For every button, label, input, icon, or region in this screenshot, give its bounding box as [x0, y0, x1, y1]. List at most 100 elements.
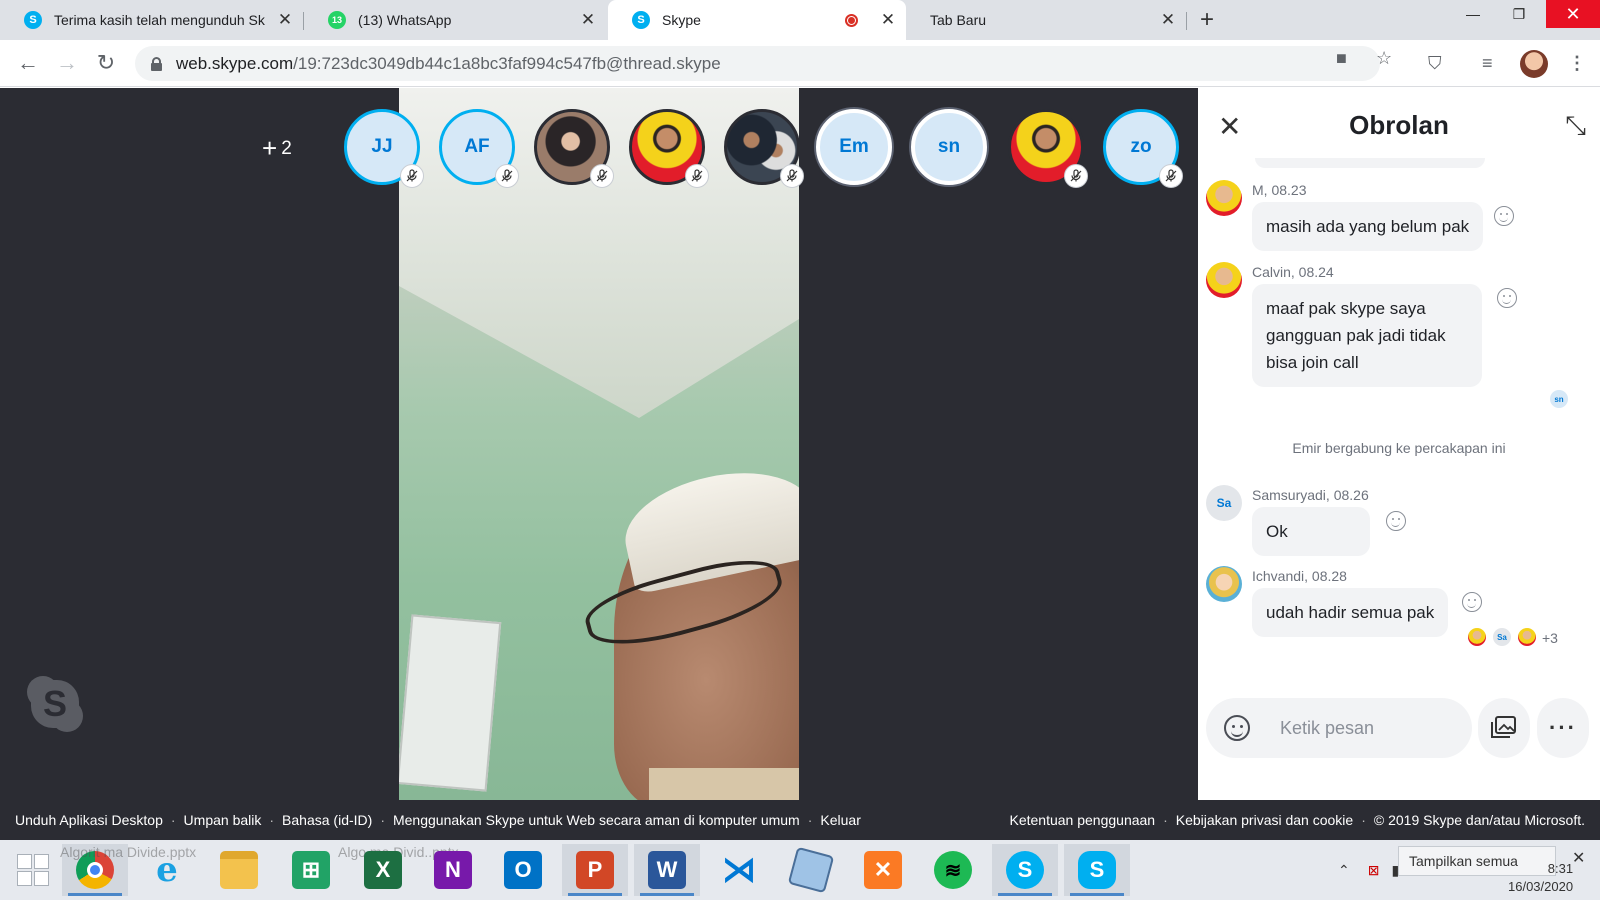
- taskbar-outlook[interactable]: O: [490, 844, 556, 896]
- taskbar-word[interactable]: W: [634, 844, 700, 896]
- close-tab-icon[interactable]: ✕: [580, 10, 596, 30]
- taskbar-powerpoint[interactable]: P: [562, 844, 628, 896]
- participant-avatar[interactable]: Em: [816, 109, 892, 185]
- tab-skype[interactable]: S Skype ✕: [608, 0, 906, 40]
- footer-link[interactable]: Bahasa (id-ID): [282, 812, 372, 828]
- clock[interactable]: 8:31 16/03/2020: [1508, 860, 1573, 896]
- tab-title: Skype: [662, 12, 701, 28]
- menu-icon[interactable]: ⋮: [1568, 53, 1586, 74]
- taskbar-file-explorer[interactable]: [206, 844, 272, 896]
- tab-skype-download[interactable]: S Terima kasih telah mengunduh Sk ✕: [0, 0, 303, 40]
- xampp-icon: ✕: [864, 851, 902, 889]
- video-shirt: [649, 768, 799, 800]
- read-receipt-more[interactable]: +3: [1542, 630, 1558, 646]
- footer-link[interactable]: Menggunakan Skype untuk Web secara aman …: [393, 812, 800, 828]
- taskbar-onenote[interactable]: N: [420, 844, 486, 896]
- close-tab-icon[interactable]: ✕: [277, 10, 293, 30]
- emoji-icon[interactable]: [1224, 715, 1250, 741]
- windows-logo-icon: [17, 854, 49, 886]
- participant-avatar[interactable]: [534, 109, 614, 188]
- footer-link[interactable]: Ketentuan penggunaan: [1010, 812, 1156, 828]
- restore-button[interactable]: ❐: [1496, 0, 1542, 28]
- react-emoji-icon[interactable]: [1494, 206, 1514, 226]
- spotify-icon: ≋: [934, 851, 972, 889]
- more-options-button[interactable]: ···: [1537, 698, 1589, 758]
- participant-avatar[interactable]: [1008, 109, 1088, 188]
- start-button[interactable]: [0, 844, 66, 896]
- avatar[interactable]: [1520, 50, 1548, 78]
- reload-button[interactable]: ↻: [92, 50, 120, 78]
- taskbar-xampp[interactable]: ✕: [850, 844, 916, 896]
- forward-button[interactable]: →: [53, 50, 81, 78]
- taskbar-skype[interactable]: S: [992, 844, 1058, 896]
- mic-muted-icon: [495, 164, 519, 188]
- camera-icon[interactable]: ■: [1336, 48, 1347, 69]
- taskbar-excel[interactable]: X: [350, 844, 416, 896]
- powerpoint-icon: P: [576, 851, 614, 889]
- address-bar[interactable]: web.skype.com/19:723dc3049db44c1a8bc3faf…: [135, 46, 1380, 81]
- footer-separator: ·: [170, 812, 176, 828]
- footer-link[interactable]: © 2019 Skype dan/atau Microsoft.: [1374, 812, 1585, 828]
- close-notification-icon[interactable]: ✕: [1572, 848, 1585, 868]
- onenote-icon: N: [434, 851, 472, 889]
- message-bubble[interactable]: Ok: [1252, 507, 1370, 556]
- avatar: [1206, 566, 1242, 602]
- bookmark-star-icon[interactable]: ☆: [1376, 48, 1392, 69]
- close-tab-icon[interactable]: ✕: [880, 10, 896, 30]
- more-participants-button[interactable]: +2: [262, 133, 292, 164]
- participant-avatar[interactable]: zo: [1103, 109, 1183, 188]
- footer-link[interactable]: Unduh Aplikasi Desktop: [15, 812, 163, 828]
- participant-avatar[interactable]: sn: [911, 109, 987, 185]
- message-bubble[interactable]: maaf pak skype saya gangguan pak jadi ti…: [1252, 284, 1482, 387]
- tab-whatsapp[interactable]: 13 (13) WhatsApp ✕: [304, 0, 606, 40]
- close-window-button[interactable]: ✕: [1546, 0, 1600, 28]
- taskbar-spotify[interactable]: ≋: [920, 844, 986, 896]
- system-note: Emir bergabung ke percakapan ini: [1292, 440, 1506, 456]
- network-icon[interactable]: ⊠: [1368, 862, 1380, 879]
- main-video-feed: [399, 88, 799, 800]
- close-tab-icon[interactable]: ✕: [1160, 10, 1176, 30]
- expand-icon[interactable]: ⤡: [1565, 110, 1586, 142]
- participant-avatar[interactable]: [724, 109, 804, 188]
- plus-icon: +: [262, 133, 278, 163]
- shield-extension-icon[interactable]: ⛉: [1428, 53, 1442, 74]
- footer-link[interactable]: Umpan balik: [184, 812, 262, 828]
- taskbar-internet-explorer[interactable]: e: [134, 844, 200, 896]
- participant-avatar[interactable]: AF: [439, 109, 519, 188]
- skype-logo-icon: S: [27, 676, 83, 732]
- participant-avatar[interactable]: JJ: [344, 109, 424, 188]
- mic-muted-icon: [780, 164, 804, 188]
- footer-link[interactable]: Kebijakan privasi dan cookie: [1176, 812, 1353, 828]
- skype-icon: S: [24, 11, 42, 29]
- tab-title: (13) WhatsApp: [358, 12, 452, 28]
- spreadsheet-icon: ⊞: [292, 851, 330, 889]
- chat-message: Ichvandi, 08.28 udah hadir semua pak: [1206, 566, 1600, 637]
- taskbar-skype-2[interactable]: S: [1064, 844, 1130, 896]
- footer-link[interactable]: Keluar: [820, 812, 860, 828]
- media-queue-icon[interactable]: ≡: [1482, 53, 1493, 74]
- message-bubble[interactable]: masih ada yang belum pak: [1252, 202, 1484, 251]
- avatar: [1206, 180, 1242, 216]
- new-tab-button[interactable]: +: [1192, 6, 1222, 34]
- previous-message-bubble: [1255, 158, 1485, 168]
- read-receipt-avatar: Sa: [1493, 628, 1511, 646]
- react-emoji-icon[interactable]: [1462, 592, 1482, 612]
- tab-title: Tab Baru: [930, 12, 987, 28]
- taskbar-virtualbox[interactable]: [778, 844, 844, 896]
- media-gallery-button[interactable]: [1478, 698, 1530, 758]
- tab-new-tab[interactable]: Tab Baru ✕: [906, 0, 1186, 40]
- vscode-icon: ⋊: [722, 851, 756, 889]
- recording-icon: [845, 13, 858, 27]
- participant-avatar[interactable]: [629, 109, 709, 188]
- react-emoji-icon[interactable]: [1497, 288, 1517, 308]
- back-button[interactable]: ←: [14, 50, 42, 78]
- url-path: /19:723dc3049db44c1a8bc3faf994c547fb@thr…: [293, 53, 721, 73]
- react-emoji-icon[interactable]: [1386, 511, 1406, 531]
- minimize-button[interactable]: —: [1450, 0, 1496, 28]
- skype-icon: S: [1078, 851, 1116, 889]
- chevron-up-icon[interactable]: ⌃: [1338, 862, 1350, 879]
- taskbar-vscode[interactable]: ⋊: [706, 844, 772, 896]
- taskbar-excel-green[interactable]: ⊞: [278, 844, 344, 896]
- message-bubble[interactable]: udah hadir semua pak: [1252, 588, 1449, 637]
- message-input[interactable]: [1280, 712, 1460, 744]
